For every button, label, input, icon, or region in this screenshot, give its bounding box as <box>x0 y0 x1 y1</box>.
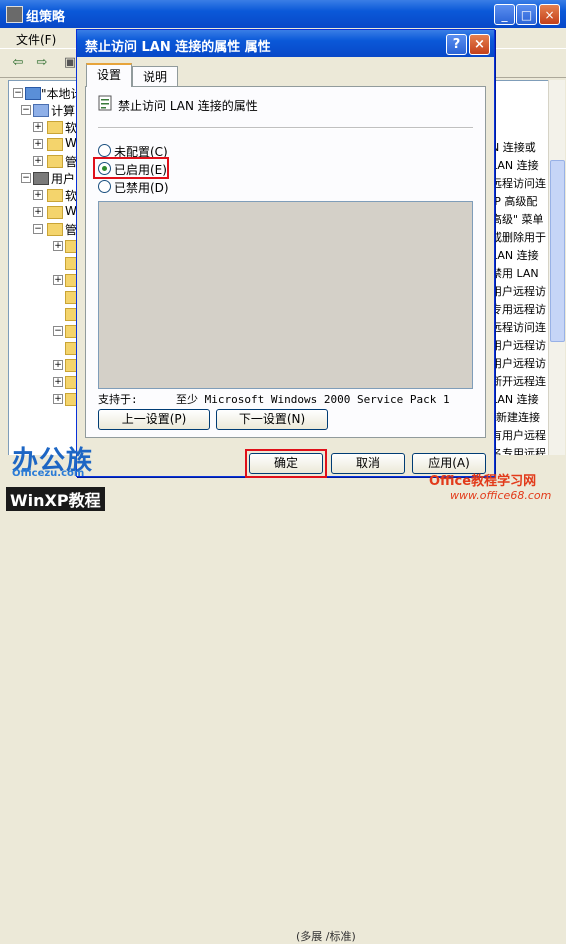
policy-list: N 连接或 LAN 连接 远程访问连 IP 高级配 高级" 菜单 或删除用于 L… <box>488 80 550 457</box>
status-text: (多展 /标准) <box>296 930 356 943</box>
expand-icon[interactable]: + <box>33 122 43 132</box>
policy-setting-icon <box>98 95 112 111</box>
supported-label: 支持于: <box>98 393 138 406</box>
list-item[interactable]: 远程访问连 <box>491 319 546 335</box>
user-icon <box>33 172 49 185</box>
expand-icon[interactable]: + <box>53 275 63 285</box>
ok-highlight-box <box>245 449 327 478</box>
menu-file[interactable]: 文件(F) <box>16 31 56 48</box>
list-item[interactable]: 用户远程访 <box>491 337 546 353</box>
collapse-icon[interactable]: − <box>33 224 43 234</box>
help-button[interactable]: ? <box>446 34 467 55</box>
options-area-edge <box>468 202 472 388</box>
folder-icon <box>47 138 63 151</box>
folder-icon <box>47 121 63 134</box>
tree-label: 用户 <box>51 172 76 186</box>
radio-button[interactable] <box>98 144 111 157</box>
watermark-url-officezu: Officezu.com <box>12 468 85 479</box>
list-item[interactable]: 专用远程访 <box>491 301 546 317</box>
next-setting-button[interactable]: 下一设置(N) <box>216 409 328 430</box>
group-policy-icon <box>6 6 23 23</box>
list-item[interactable]: 断开远程连 <box>491 373 546 389</box>
supported-on: 支持于: 至少 Microsoft Windows 2000 Service P… <box>98 391 450 407</box>
policy-root-icon <box>25 87 41 100</box>
minimize-button[interactable]: _ <box>494 4 515 25</box>
back-arrow-icon[interactable]: ⇦ <box>10 55 26 71</box>
close-button[interactable]: × <box>539 4 560 25</box>
folder-icon <box>47 155 63 168</box>
tab-settings[interactable]: 设置 <box>86 63 132 87</box>
list-item[interactable]: N 连接或 <box>491 139 536 155</box>
expand-icon[interactable]: + <box>33 207 43 217</box>
list-item[interactable]: 高级" 菜单 <box>491 211 544 227</box>
divider <box>98 127 473 129</box>
scrollbar-thumb[interactable] <box>550 160 565 342</box>
settings-panel: 禁止访问 LAN 连接的属性 未配置(C) 已启用(E) 已禁用(D) 支持于:… <box>85 86 486 438</box>
dialog-close-button[interactable]: × <box>469 34 490 55</box>
watermark-logo-winxp: WinXP教程 <box>6 487 105 511</box>
watermark-url-office68: www.office68.com <box>450 489 552 502</box>
expand-icon[interactable]: + <box>33 139 43 149</box>
expand-icon[interactable]: + <box>33 156 43 166</box>
collapse-icon[interactable]: − <box>21 173 31 183</box>
properties-dialog: 禁止访问 LAN 连接的属性 属性 ? × 设置 说明 禁止访问 LAN 连接的… <box>76 29 495 478</box>
forward-arrow-icon[interactable]: ⇨ <box>34 55 50 71</box>
radio-button[interactable] <box>98 180 111 193</box>
list-item[interactable]: 用户远程访 <box>491 283 546 299</box>
enabled-highlight-box <box>93 157 169 179</box>
list-item[interactable]: LAN 连接 <box>491 247 539 263</box>
expand-icon[interactable]: + <box>53 241 63 251</box>
radio-label: 已禁用(D) <box>114 181 169 195</box>
folder-icon <box>47 206 63 219</box>
gp-title-bar: 组策略 _ □ × <box>0 0 566 28</box>
supported-value: 至少 Microsoft Windows 2000 Service Pack 1 <box>176 393 450 406</box>
maximize-button[interactable]: □ <box>516 4 537 25</box>
collapse-icon[interactable]: − <box>53 326 63 336</box>
list-item[interactable]: 有用户远程 <box>491 427 546 443</box>
policy-name: 禁止访问 LAN 连接的属性 <box>118 99 258 113</box>
tree-pane: − "本地计 − 计算 + 软 + W + 管 − 用户 + 软 + W − 管… <box>8 80 82 482</box>
options-area <box>98 201 473 389</box>
folder-icon <box>47 189 63 202</box>
list-item[interactable]: IP 高级配 <box>491 193 537 209</box>
computer-icon <box>33 104 49 117</box>
tab-explain[interactable]: 说明 <box>132 66 178 86</box>
tree-label: 计算 <box>51 104 76 118</box>
collapse-icon[interactable]: − <box>21 105 31 115</box>
list-item[interactable]: LAN 连接 <box>491 157 539 173</box>
list-item[interactable]: 远程访问连 <box>491 175 546 191</box>
list-item[interactable]: 禁用 LAN <box>491 265 539 281</box>
dialog-title-bar: 禁止访问 LAN 连接的属性 属性 ? × <box>77 30 494 57</box>
list-item[interactable]: "新建连接 <box>491 409 540 425</box>
previous-setting-button[interactable]: 上一设置(P) <box>98 409 210 430</box>
cancel-button[interactable]: 取消 <box>331 453 405 474</box>
vertical-scrollbar[interactable] <box>548 80 565 455</box>
folder-icon <box>47 223 63 236</box>
watermark-logo-office68: Office教程学习网 <box>429 474 537 489</box>
expand-icon[interactable]: + <box>33 190 43 200</box>
gp-title: 组策略 <box>26 10 66 25</box>
expand-icon[interactable]: + <box>53 360 63 370</box>
list-item[interactable]: LAN 连接 <box>491 391 539 407</box>
expand-icon[interactable]: + <box>53 377 63 387</box>
expand-icon[interactable]: + <box>53 394 63 404</box>
collapse-icon[interactable]: − <box>13 88 23 98</box>
dialog-title: 禁止访问 LAN 连接的属性 属性 <box>85 40 271 55</box>
list-item[interactable]: 或删除用于 <box>491 229 546 245</box>
list-item[interactable]: 用户远程访 <box>491 355 546 371</box>
